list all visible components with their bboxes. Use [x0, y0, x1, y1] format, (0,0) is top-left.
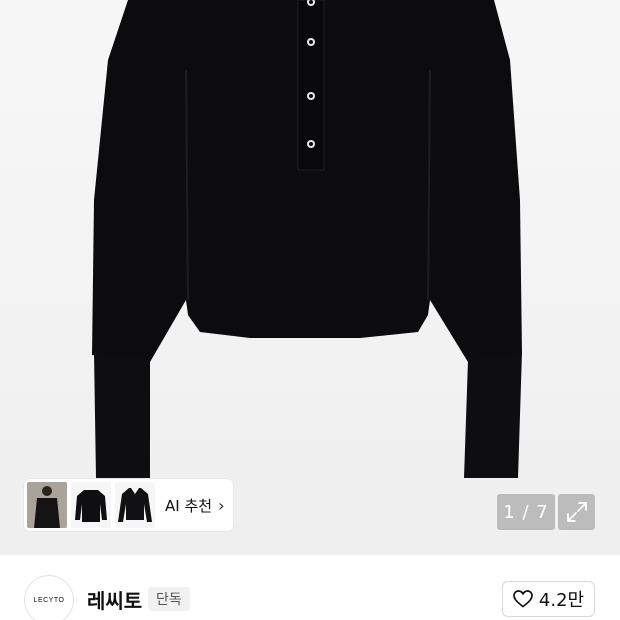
chevron-right-icon: ›	[218, 495, 225, 515]
model-photo-thumbnail[interactable]	[27, 482, 67, 528]
expand-button[interactable]	[558, 494, 595, 530]
ai-recommend-strip[interactable]: AI 추천 ›	[24, 479, 233, 531]
like-count: 4.2만	[538, 590, 585, 611]
heart-icon	[513, 590, 533, 608]
product-image	[92, 0, 522, 478]
expand-icon	[566, 502, 587, 522]
brand-name[interactable]: 레씨토	[87, 585, 142, 614]
black-shirt-thumbnail[interactable]	[115, 482, 155, 528]
brand-row: LECYTO 레씨토 단독 4.2만	[0, 555, 620, 620]
ai-recommend-label: AI 추천	[165, 496, 213, 515]
image-counter: 1 / 7	[497, 494, 555, 530]
product-image-gallery[interactable]: AI 추천 › 1 / 7	[0, 0, 620, 555]
brand-logo[interactable]: LECYTO	[24, 575, 74, 620]
like-button[interactable]: 4.2만	[502, 581, 595, 617]
exclusive-badge: 단독	[148, 587, 190, 611]
black-top-thumbnail[interactable]	[71, 482, 111, 528]
